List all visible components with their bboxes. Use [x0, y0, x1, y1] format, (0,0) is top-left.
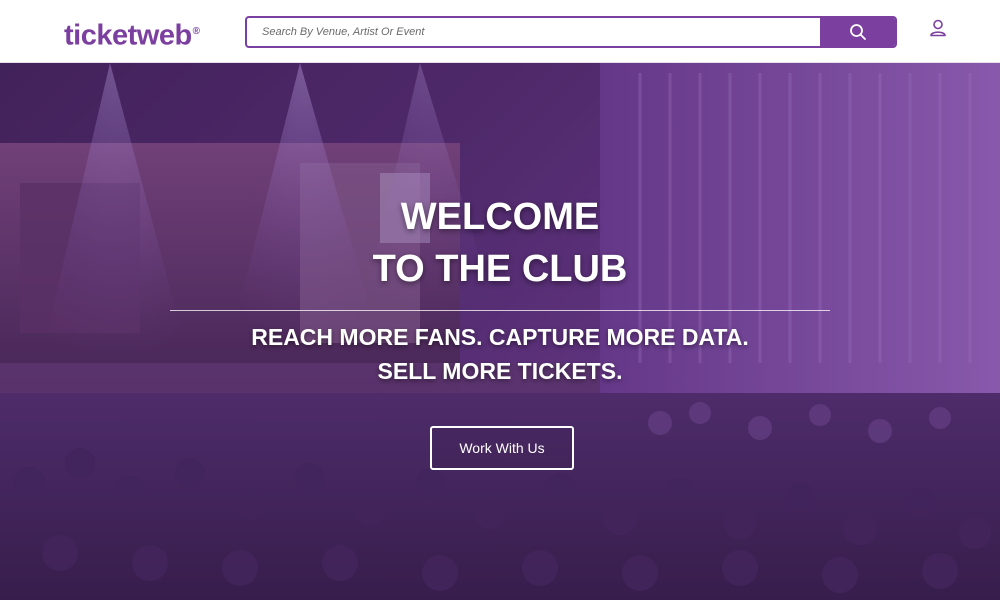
work-with-us-button[interactable]: Work With Us — [430, 426, 574, 470]
search-button[interactable] — [820, 18, 895, 46]
logo-registered-mark: ® — [192, 26, 200, 37]
hero-subtitle-line1: REACH MORE FANS. CAPTURE MORE DATA. — [251, 324, 749, 350]
ticketweb-logo[interactable]: ticketweb® — [64, 14, 200, 52]
site-header: ticketweb® — [0, 0, 1000, 63]
hero-divider — [170, 310, 830, 311]
search-icon — [849, 24, 866, 40]
user-icon[interactable] — [928, 18, 948, 38]
search-bar — [245, 16, 897, 48]
logo-text: ticketweb — [64, 19, 192, 52]
search-input[interactable] — [247, 18, 822, 46]
hero-subtitle-line2: SELL MORE TICKETS. — [377, 358, 623, 384]
hero-title-line2: TO THE CLUB — [372, 248, 628, 290]
hero-banner: WELCOME TO THE CLUB REACH MORE FANS. CAP… — [0, 63, 1000, 600]
hero-title-line1: WELCOME — [400, 196, 600, 238]
